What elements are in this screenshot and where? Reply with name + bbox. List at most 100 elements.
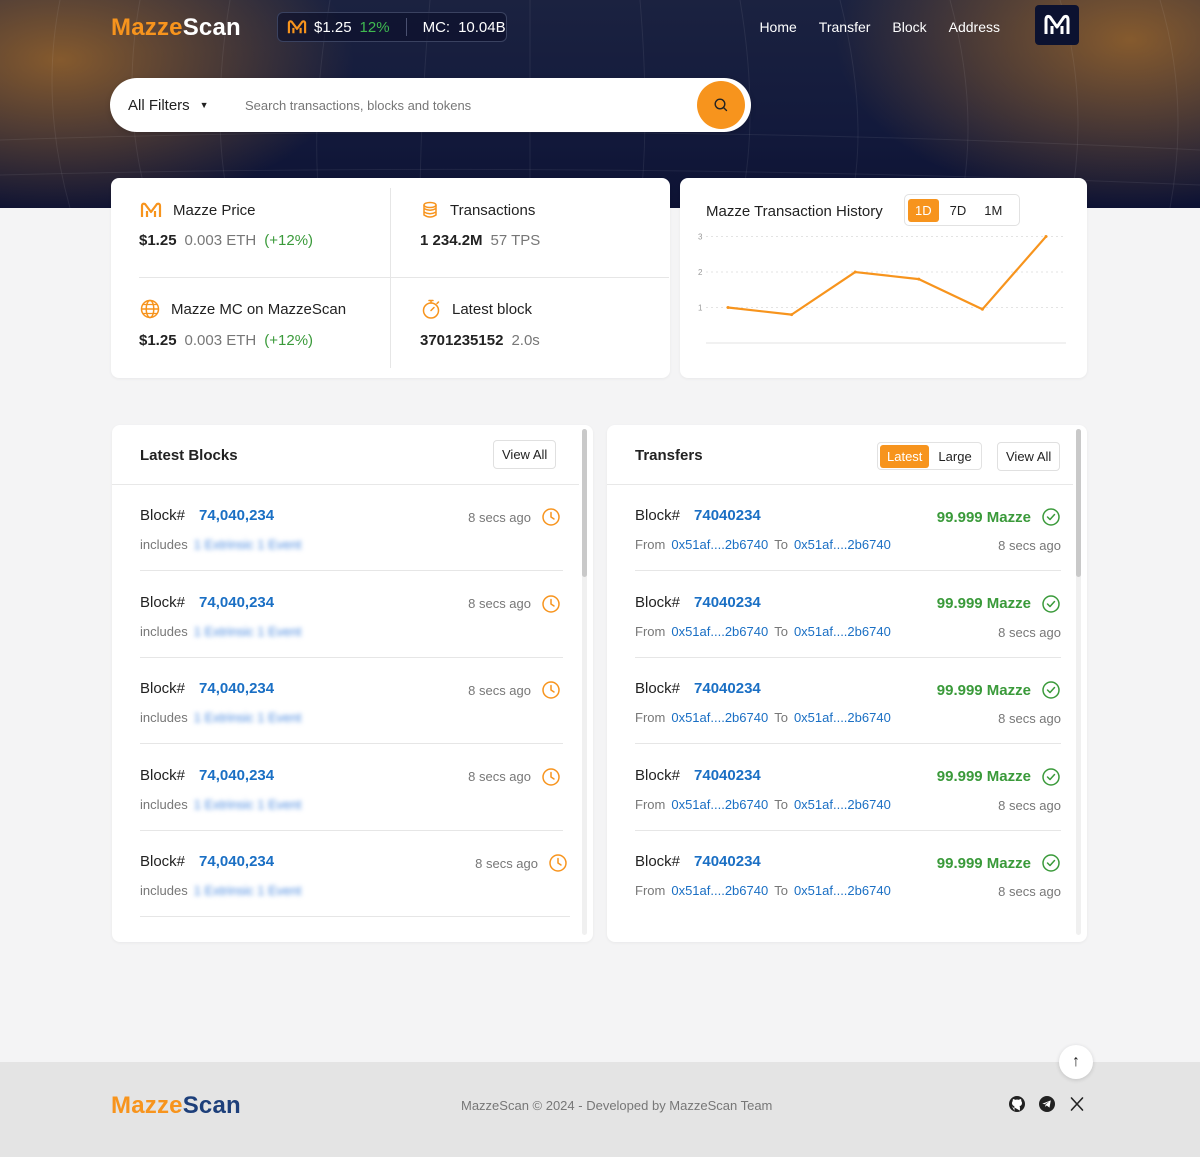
- nav-home[interactable]: Home: [759, 19, 796, 35]
- transfer-block-link[interactable]: 74040234: [694, 767, 761, 784]
- nav-address[interactable]: Address: [949, 19, 1000, 35]
- transfer-row[interactable]: Block# 74040234 99.999 Mazze From 0x51af..…: [635, 831, 1061, 917]
- chart-data-point[interactable]: [790, 313, 794, 317]
- tab-large[interactable]: Large: [931, 445, 978, 468]
- block-includes-detail[interactable]: 1 Extrinsic 1 Event: [194, 710, 302, 725]
- block-includes-detail[interactable]: 1 Extrinsic 1 Event: [194, 883, 302, 898]
- chart-data-point[interactable]: [980, 307, 984, 311]
- block-row[interactable]: Block# 74,040,234 includes 1 Extrinsic 1 E…: [140, 831, 570, 918]
- transfer-row[interactable]: Block# 74040234 99.999 Mazze From 0x51af..…: [635, 485, 1061, 571]
- block-number-link[interactable]: 74,040,234: [199, 507, 274, 524]
- chart-data-point[interactable]: [1044, 235, 1048, 239]
- footer-logo[interactable]: MazzeScan: [111, 1092, 241, 1120]
- block-time: 8 secs ago: [468, 769, 531, 785]
- transfer-block-link[interactable]: 74040234: [694, 680, 761, 697]
- block-number-link[interactable]: 74,040,234: [199, 767, 274, 784]
- transfers-scrollbar-thumb[interactable]: [1076, 429, 1081, 577]
- transfer-from-label: From: [635, 710, 666, 726]
- transfers-tabs: Latest Large: [877, 442, 982, 470]
- ticker-divider: [405, 18, 407, 36]
- chart-data-point[interactable]: [853, 270, 857, 274]
- transfer-time: 8 secs ago: [998, 538, 1061, 553]
- mazze-logo-icon: [287, 20, 307, 34]
- nav-block[interactable]: Block: [892, 19, 926, 35]
- block-row-label: Block#: [140, 853, 186, 871]
- block-row[interactable]: Block# 74,040,234 includes 1 Extrinsic 1 E…: [140, 485, 563, 571]
- stat-mc-change: (+12%): [264, 332, 314, 349]
- transfer-to-address[interactable]: 0x51af....2b6740: [794, 797, 891, 812]
- blocks-view-all-button[interactable]: View All: [493, 440, 557, 469]
- transfer-row-label: Block#: [635, 680, 681, 698]
- transfer-row-label: Block#: [635, 853, 681, 871]
- check-circle-icon: [1042, 594, 1060, 613]
- account-logo-button[interactable]: [1035, 5, 1079, 45]
- block-includes-detail[interactable]: 1 Extrinsic 1 Event: [194, 624, 302, 639]
- transfer-to-label: To: [774, 537, 788, 552]
- block-number-link[interactable]: 74,040,234: [199, 680, 274, 697]
- transfers-scrollbar[interactable]: [1076, 429, 1081, 935]
- transfer-block-link[interactable]: 74040234: [694, 507, 761, 524]
- main-nav: Home Transfer Block Address: [759, 19, 1000, 35]
- transfer-from-label: From: [635, 537, 666, 552]
- transfer-row[interactable]: Block# 74040234 99.999 Mazze From 0x51af..…: [635, 745, 1061, 831]
- transfer-from-address[interactable]: 0x51af....2b6740: [671, 883, 768, 898]
- database-icon: [423, 201, 437, 218]
- transfer-block-link[interactable]: 74040234: [694, 853, 761, 870]
- transfer-from-address[interactable]: 0x51af....2b6740: [671, 624, 768, 639]
- chart-data-point[interactable]: [917, 277, 921, 281]
- transfer-to-label: To: [774, 796, 788, 812]
- filter-dropdown[interactable]: All Filters ▼: [128, 97, 245, 114]
- search-input[interactable]: [245, 97, 685, 113]
- block-number-link[interactable]: 74,040,234: [199, 853, 274, 870]
- block-time: 8 secs ago: [475, 855, 538, 871]
- mazze-logo-icon: [1044, 14, 1070, 34]
- chart-y-tick-label: 1: [698, 304, 703, 313]
- transfer-row[interactable]: Block# 74040234 99.999 Mazze From 0x51af..…: [635, 658, 1061, 745]
- blocks-scrollbar-thumb[interactable]: [582, 429, 587, 577]
- search-icon: [714, 98, 728, 112]
- block-includes-detail[interactable]: 1 Extrinsic 1 Event: [194, 537, 302, 552]
- telegram-icon[interactable]: [1038, 1095, 1056, 1113]
- block-row[interactable]: Block# 74,040,234 includes 1 Extrinsic 1 E…: [140, 572, 563, 658]
- transfer-from-label: From: [635, 796, 666, 812]
- latest-blocks-title: Latest Blocks: [140, 447, 238, 464]
- transfer-from-address[interactable]: 0x51af....2b6740: [671, 710, 768, 725]
- blocks-scrollbar[interactable]: [582, 429, 587, 935]
- transfer-from-address[interactable]: 0x51af....2b6740: [671, 537, 768, 552]
- transfers-view-all-button[interactable]: View All: [997, 442, 1061, 471]
- transfer-to-address[interactable]: 0x51af....2b6740: [794, 883, 891, 898]
- transfer-to-address[interactable]: 0x51af....2b6740: [794, 624, 891, 639]
- stat-market-cap: Mazze MC on MazzeScan $1.25 0.003 ETH (+12…: [139, 298, 346, 349]
- check-circle-icon: [1042, 768, 1060, 786]
- transfer-to-label: To: [774, 883, 788, 899]
- footer: MazzeScan MazzeScan © 2024 - Developed b…: [0, 1062, 1200, 1157]
- stat-price-value: $1.25: [139, 232, 177, 249]
- mazze-logo-icon: [140, 202, 162, 217]
- search-button[interactable]: [697, 81, 745, 129]
- transfer-time: 8 secs ago: [998, 884, 1061, 900]
- footer-logo-part1: Mazze: [111, 1092, 183, 1119]
- transfer-row-label: Block#: [635, 766, 681, 784]
- block-row[interactable]: Block# 74,040,234 includes 1 Extrinsic 1 E…: [140, 745, 563, 831]
- github-icon[interactable]: [1008, 1095, 1026, 1113]
- block-includes-detail[interactable]: 1 Extrinsic 1 Event: [194, 797, 302, 812]
- copyright-text: MazzeScan © 2024 - Developed by MazzeSca…: [461, 1098, 773, 1113]
- block-number-link[interactable]: 74,040,234: [199, 594, 274, 611]
- transfer-to-address[interactable]: 0x51af....2b6740: [794, 710, 891, 725]
- transfer-to-address[interactable]: 0x51af....2b6740: [794, 537, 891, 552]
- transfer-from-address[interactable]: 0x51af....2b6740: [671, 797, 768, 812]
- scroll-to-top-button[interactable]: ↑: [1059, 1045, 1093, 1079]
- x-twitter-icon[interactable]: [1068, 1095, 1086, 1113]
- transfer-amount: 99.999 Mazze: [936, 508, 1031, 526]
- tab-latest[interactable]: Latest: [880, 444, 930, 468]
- transfer-row[interactable]: Block# 74040234 99.999 Mazze From 0x51af..…: [635, 572, 1061, 658]
- transaction-history-card: Mazze Transaction History 1D 7D 1M 123: [680, 178, 1087, 378]
- brand-logo[interactable]: MazzeScan: [111, 14, 241, 42]
- stats-vertical-divider: [390, 188, 391, 368]
- chart-data-point[interactable]: [726, 306, 730, 310]
- chart-series-line: [726, 235, 1048, 316]
- nav-transfer[interactable]: Transfer: [819, 19, 871, 35]
- transfer-time: 8 secs ago: [998, 711, 1061, 727]
- transfer-block-link[interactable]: 74040234: [694, 594, 761, 611]
- block-row[interactable]: Block# 74,040,234 includes 1 Extrinsic 1 E…: [140, 658, 563, 745]
